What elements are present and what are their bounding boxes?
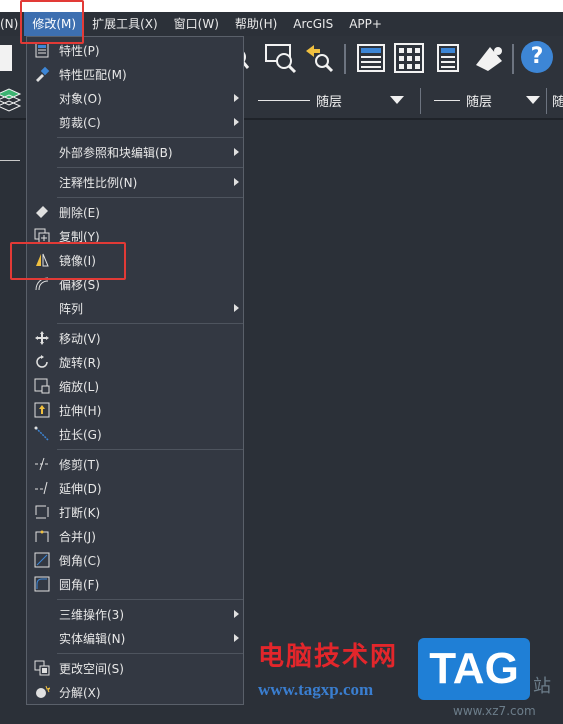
rotate-icon (27, 350, 57, 374)
watermark: 电脑技术网 www.tagxp.com TAG 站 www.xz7.com (253, 636, 563, 724)
menu-item-change-space[interactable]: 更改空间(S) (27, 656, 243, 680)
toolbar-separator (344, 44, 346, 74)
submenu-arrow-icon (234, 94, 239, 102)
menu-item-xref-block-edit[interactable]: 外部参照和块编辑(B) (27, 140, 243, 164)
submenu-arrow-icon (234, 178, 239, 186)
menu-window[interactable]: 窗口(W) (166, 12, 227, 36)
menu-item-chamfer[interactable]: 倒角(C) (27, 548, 243, 572)
zoom-window-icon[interactable] (262, 39, 300, 77)
zoom-previous-icon[interactable] (300, 39, 338, 77)
menu-item-object[interactable]: 对象(O) (27, 86, 243, 110)
watermark-title: 电脑技术网 (258, 642, 399, 672)
match-properties-icon (27, 62, 57, 86)
join-icon (27, 524, 57, 548)
menu-separator (57, 197, 243, 198)
fillet-icon (27, 572, 57, 596)
menu-item-clip[interactable]: 剪裁(C) (27, 110, 243, 134)
trim-icon (27, 452, 57, 476)
highlight-mirror-item (10, 242, 126, 280)
stretch-icon (27, 398, 57, 422)
menu-item-lengthen[interactable]: 拉长(G) (27, 422, 243, 446)
watermark-small-url: www.xz7.com (453, 704, 536, 718)
help-icon[interactable]: ? (521, 41, 553, 73)
menu-app-plus[interactable]: APP+ (341, 12, 390, 36)
toolbar-separator (512, 44, 514, 74)
watermark-side-text: 站 (533, 676, 551, 697)
menu-item-trim[interactable]: 修剪(T) (27, 452, 243, 476)
menu-help[interactable]: 帮助(H) (227, 12, 285, 36)
menu-separator (57, 137, 243, 138)
tool-palette-icon[interactable] (390, 39, 428, 77)
plotstyle-select[interactable]: 随 (552, 89, 563, 111)
menu-separator (57, 449, 243, 450)
menu-separator (57, 599, 243, 600)
menu-extended-tools[interactable]: 扩展工具(X) (84, 12, 166, 36)
menu-item-join[interactable]: 合并(J) (27, 524, 243, 548)
menu-item-stretch[interactable]: 拉伸(H) (27, 398, 243, 422)
chevron-down-icon[interactable] (390, 96, 405, 104)
design-center-icon[interactable] (352, 39, 390, 77)
lineweight-select[interactable]: 随层 (434, 89, 541, 111)
menu-bar: (N) 修改(M) 扩展工具(X) 窗口(W) 帮助(H) ArcGIS APP… (0, 12, 563, 36)
explode-icon (27, 680, 57, 704)
top-strip (0, 0, 563, 12)
menu-item-annotation-scale[interactable]: 注释性比例(N) (27, 170, 243, 194)
menu-item-array[interactable]: 阵列 (27, 296, 243, 320)
watermark-logo: TAG (418, 638, 530, 700)
menu-item-move[interactable]: 移动(V) (27, 326, 243, 350)
menu-item-break[interactable]: 打断(K) (27, 500, 243, 524)
lineweight-label: 随层 (466, 94, 493, 110)
menu-item-fillet[interactable]: 圆角(F) (27, 572, 243, 596)
break-icon (27, 500, 57, 524)
menu-separator (57, 167, 243, 168)
submenu-arrow-icon (234, 118, 239, 126)
linetype-label: 随层 (316, 94, 343, 110)
submenu-arrow-icon (234, 148, 239, 156)
submenu-arrow-icon (234, 610, 239, 618)
property-separator (420, 88, 421, 114)
submenu-arrow-icon (234, 634, 239, 642)
menu-item-match-properties[interactable]: 特性匹配(M) (27, 62, 243, 86)
highlight-modify-menu (20, 0, 84, 44)
extend-icon (27, 476, 57, 500)
move-icon (27, 326, 57, 350)
lineweight-sample (434, 99, 460, 101)
chevron-down-icon[interactable] (526, 96, 541, 104)
menu-arcgis[interactable]: ArcGIS (285, 12, 341, 36)
menu-item-erase[interactable]: 删除(E) (27, 200, 243, 224)
property-separator (546, 88, 547, 114)
menu-separator (57, 323, 243, 324)
sheet-set-icon[interactable] (430, 39, 468, 77)
chamfer-icon (27, 548, 57, 572)
menu-item-extend[interactable]: 延伸(D) (27, 476, 243, 500)
menu-item-explode[interactable]: 分解(X) (27, 680, 243, 704)
eraser-icon (27, 200, 57, 224)
watermark-url: www.tagxp.com (258, 680, 374, 699)
menu-item-rotate[interactable]: 旋转(R) (27, 350, 243, 374)
linetype-select[interactable]: 随层 (258, 89, 405, 111)
menu-separator (57, 653, 243, 654)
menu-item-3d-operations[interactable]: 三维操作(3) (27, 602, 243, 626)
submenu-arrow-icon (234, 304, 239, 312)
canvas-line (0, 160, 20, 161)
markup-icon[interactable] (470, 39, 508, 77)
change-space-icon (27, 656, 57, 680)
lengthen-icon (27, 422, 57, 446)
scale-icon (27, 374, 57, 398)
menu-item-solid-editing[interactable]: 实体编辑(N) (27, 626, 243, 650)
linetype-sample (258, 99, 310, 101)
menu-item-scale[interactable]: 缩放(L) (27, 374, 243, 398)
plotstyle-label: 随 (552, 94, 563, 110)
layers-icon[interactable] (0, 86, 22, 114)
modify-menu: 特性(P) 特性匹配(M) 对象(O) 剪裁(C) 外部参照和块编辑(B) 注释… (26, 36, 244, 705)
